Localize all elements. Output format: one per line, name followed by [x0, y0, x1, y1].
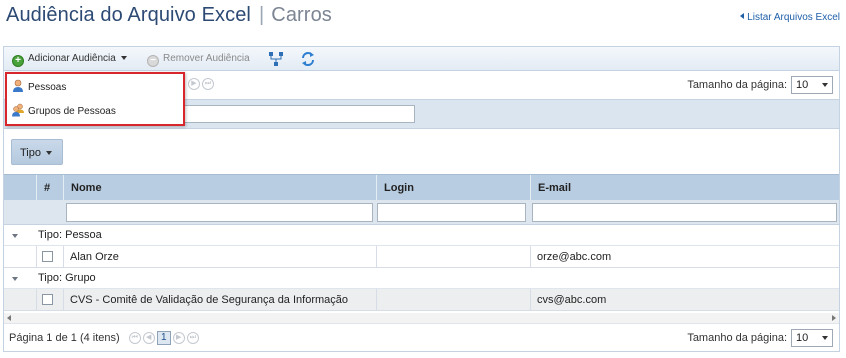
row-select-cell	[36, 289, 63, 311]
cell-login	[376, 289, 530, 311]
next-page-icon[interactable]: ▶	[188, 78, 200, 91]
group-row-pessoa[interactable]: Tipo: Pessoa	[4, 225, 839, 246]
page-info-text: Página 1 de 1 (4 itens)	[9, 332, 120, 344]
cell-login	[376, 246, 530, 268]
add-audience-button[interactable]: + Adicionar Audiência	[12, 50, 127, 68]
chevron-down-icon	[120, 56, 127, 60]
column-index[interactable]: #	[36, 175, 63, 201]
scroll-right-icon[interactable]	[832, 315, 836, 321]
group-label: Tipo: Grupo	[38, 272, 96, 284]
column-expand	[4, 175, 36, 201]
cell-email: orze@abc.com	[530, 246, 839, 268]
search-input[interactable]	[178, 105, 415, 123]
add-audience-label: Adicionar Audiência	[28, 53, 116, 64]
group-row-grupo[interactable]: Tipo: Grupo	[4, 268, 839, 289]
menu-item-grupos[interactable]: Grupos de Pessoas	[11, 101, 116, 123]
title-separator: |	[258, 4, 265, 26]
name-filter-input[interactable]	[66, 203, 373, 222]
add-audience-menu: Pessoas Grupos de Pessoas	[5, 72, 185, 126]
cell-email: cvs@abc.com	[530, 289, 839, 311]
filter-row	[4, 200, 839, 225]
title-subtitle: Carros	[271, 4, 332, 26]
prev-page-icon[interactable]: ◀	[142, 332, 155, 345]
collapse-icon[interactable]	[12, 277, 18, 281]
pager-info: Página 1 de 1 (4 itens) ⏮ ◀ 1 ▶ ⏭	[9, 330, 201, 346]
hierarchy-icon[interactable]	[268, 51, 284, 67]
group-chip-label: Tipo	[20, 147, 41, 159]
page: Audiência do Arquivo Excel | Carros Listar…	[0, 0, 846, 358]
horizontal-scrollbar[interactable]	[4, 313, 839, 323]
page-size-select-bottom[interactable]: 10	[791, 329, 833, 347]
back-link-label: Listar Arquivos Excel	[747, 12, 840, 23]
row-checkbox[interactable]	[42, 294, 53, 305]
page-size-label-bottom: Tamanho da página:	[687, 332, 787, 344]
column-email[interactable]: E-mail	[530, 175, 839, 201]
group-label: Tipo: Pessoa	[38, 229, 102, 241]
pager-bottom: Página 1 de 1 (4 itens) ⏮ ◀ 1 ▶ ⏭ Tamanho da…	[4, 323, 839, 351]
chevron-down-icon	[822, 336, 828, 340]
email-filter-input[interactable]	[532, 203, 837, 222]
column-login[interactable]: Login	[376, 175, 530, 201]
page-size-select-top[interactable]: 10	[791, 76, 833, 94]
back-arrow-icon	[740, 13, 745, 19]
table-header: # Nome Login E-mail	[4, 174, 839, 201]
page-size-value-top: 10	[796, 79, 809, 91]
title-bar: Audiência do Arquivo Excel | Carros Listar…	[0, 0, 846, 34]
row-checkbox[interactable]	[42, 251, 53, 262]
current-page-button[interactable]: 1	[156, 331, 171, 346]
person-icon	[13, 79, 23, 92]
page-size-control-top: Tamanho da página: 10	[687, 76, 833, 94]
grid-toolbar: + Adicionar Audiência − Remover Audiência	[4, 47, 839, 71]
last-page-icon[interactable]: ⏭	[186, 332, 199, 345]
row-select-cell	[36, 246, 63, 268]
chevron-down-icon	[822, 83, 828, 87]
remove-icon: −	[147, 55, 159, 67]
page-size-control-bottom: Tamanho da página: 10	[687, 329, 833, 347]
page-title: Audiência do Arquivo Excel | Carros	[6, 4, 332, 27]
pager-nav-top: ▶ ⏭	[188, 78, 216, 91]
cell-name: CVS - Comitê de Validação de Segurança d…	[63, 289, 376, 311]
last-page-icon[interactable]: ⏭	[202, 78, 214, 91]
column-name[interactable]: Nome	[63, 175, 376, 201]
title-text: Audiência do Arquivo Excel	[6, 4, 251, 26]
menu-item-pessoas[interactable]: Pessoas	[11, 77, 66, 99]
page-size-value-bottom: 10	[796, 332, 809, 344]
refresh-icon[interactable]	[300, 51, 316, 67]
pager-nav-bottom: ⏮ ◀ 1 ▶ ⏭	[128, 331, 201, 346]
table-row[interactable]: CVS - Comitê de Validação de Segurança d…	[4, 289, 839, 311]
next-page-icon[interactable]: ▶	[172, 332, 185, 345]
first-page-icon[interactable]: ⏮	[128, 332, 141, 345]
login-filter-input[interactable]	[377, 203, 526, 222]
table-row[interactable]: Alan Orze orze@abc.com	[4, 246, 839, 268]
people-group-icon	[12, 103, 24, 117]
menu-item-label: Pessoas	[28, 82, 67, 93]
collapse-icon[interactable]	[12, 234, 18, 238]
list-excel-files-link[interactable]: Listar Arquivos Excel	[740, 12, 840, 23]
add-icon: +	[12, 55, 24, 67]
group-by-tipo-chip[interactable]: Tipo	[11, 139, 63, 165]
remove-audience-button[interactable]: − Remover Audiência	[147, 50, 250, 68]
chevron-down-icon	[46, 151, 52, 155]
remove-audience-label: Remover Audiência	[163, 53, 250, 64]
page-size-label-top: Tamanho da página:	[687, 79, 787, 91]
scroll-left-icon[interactable]	[7, 315, 11, 321]
cell-name: Alan Orze	[63, 246, 376, 268]
group-by-area: Tipo	[4, 129, 839, 169]
menu-item-label: Grupos de Pessoas	[28, 106, 116, 117]
